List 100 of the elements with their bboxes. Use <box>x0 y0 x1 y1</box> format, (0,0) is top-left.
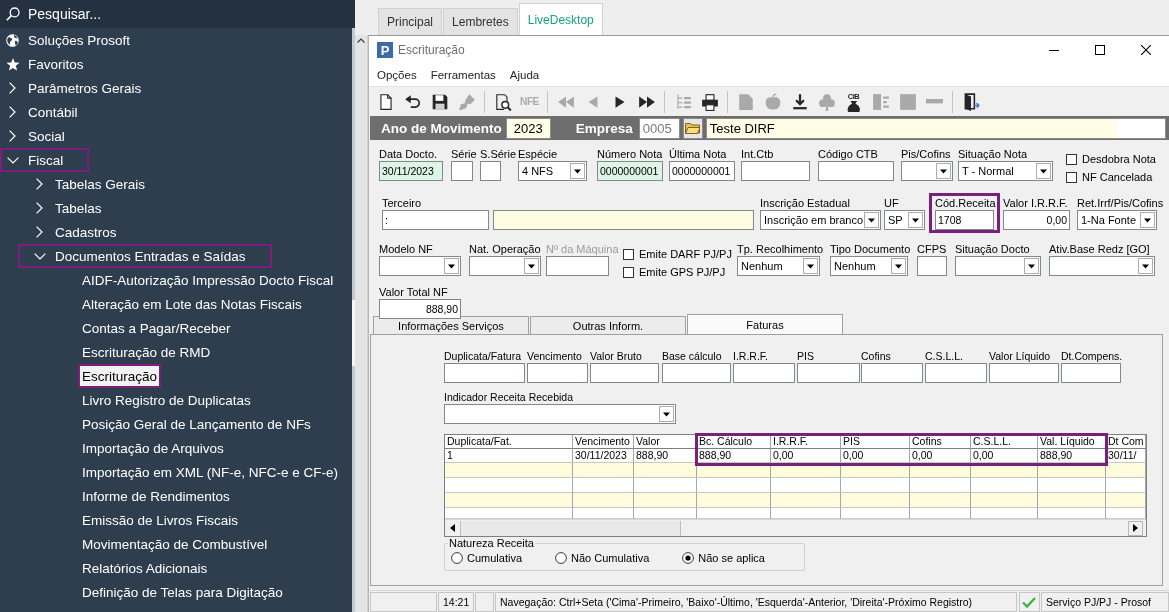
text-field[interactable]: 30/11/2023 <box>379 161 443 181</box>
tree-item[interactable]: Parâmetros Gerais <box>0 76 168 100</box>
field-label: Cód.Receita <box>935 196 997 210</box>
tree-item[interactable]: Cadastros <box>18 220 143 244</box>
dropdown[interactable] <box>379 256 461 276</box>
text-field[interactable]: : <box>382 210 489 230</box>
text-field[interactable] <box>925 363 987 383</box>
text-field[interactable] <box>818 161 894 181</box>
text-field[interactable]: 0000000001 <box>597 161 663 181</box>
field-label: CFPS <box>917 242 948 256</box>
menu-item[interactable]: Favoritos <box>0 52 110 76</box>
text-field[interactable] <box>444 363 525 383</box>
tree-item[interactable]: Escrituração <box>78 364 162 388</box>
checkbox[interactable] <box>1066 153 1077 165</box>
text-field[interactable] <box>527 363 588 383</box>
text-field[interactable] <box>1061 363 1121 383</box>
column-header: Valor <box>634 435 697 449</box>
tree-item[interactable]: Definição de Telas para Digitação <box>78 580 287 604</box>
column-header: Cofins <box>910 435 971 449</box>
text-field[interactable] <box>590 363 659 383</box>
text-field[interactable] <box>917 256 947 276</box>
menu-item[interactable]: Soluções Prosoft <box>0 28 157 52</box>
tree-item[interactable]: Livro Registro de Duplicatas <box>78 388 255 412</box>
tree-item[interactable]: Contas a Pagar/Receber <box>78 316 235 340</box>
tree-item[interactable]: Movimentação de Combustível <box>78 532 272 556</box>
text-field[interactable]: 888,90 <box>379 299 461 319</box>
caret-down-icon <box>908 212 923 228</box>
field-label: Número Nota <box>597 147 664 161</box>
tree-item[interactable]: Emissão de Livros Fiscais <box>78 508 243 532</box>
dropdown[interactable] <box>955 256 1041 276</box>
tree-item[interactable]: Tabelas Gerais <box>18 172 172 196</box>
checkbox[interactable] <box>623 266 634 278</box>
dropdown[interactable] <box>901 161 953 181</box>
tree-item[interactable]: Tabelas <box>18 196 128 220</box>
dropdown[interactable]: Inscrição em branco <box>760 210 881 230</box>
text-field[interactable]: 1708 <box>935 210 994 230</box>
dropdown[interactable]: T - Normal <box>958 161 1053 181</box>
tree-item[interactable]: AIDF-Autorização Impressão Docto Fiscal <box>78 268 338 292</box>
year-field[interactable]: 2023 <box>505 117 551 139</box>
table-cell: 0,00 <box>841 449 910 463</box>
tree-item[interactable]: Importação em XML (NF-e, NFC-e e CF-e) <box>78 460 343 484</box>
tree-item[interactable]: Relatórios Adicionais <box>78 556 212 580</box>
text-field[interactable] <box>662 363 731 383</box>
scrollbar-thumb[interactable] <box>460 520 681 536</box>
menu-item[interactable]: Opções <box>370 69 424 81</box>
menu-item[interactable]: Ferramentas <box>423 69 503 81</box>
field-label: Terceiro <box>382 196 423 210</box>
checkbox[interactable] <box>1066 171 1077 183</box>
text-field[interactable] <box>451 161 473 181</box>
caret-down-icon <box>1140 212 1155 228</box>
tree-item[interactable]: Contábil <box>0 100 104 124</box>
tree-item[interactable]: Informe de Rendimentos <box>78 484 234 508</box>
checkbox-label: NF Cancelada <box>1082 171 1153 183</box>
dropdown[interactable]: SP <box>884 210 925 230</box>
caret-down-icon <box>570 163 585 179</box>
search-field[interactable]: Pesquisar... <box>28 4 208 24</box>
search-box[interactable]: Pesquisar... <box>0 0 355 28</box>
tree-item[interactable]: Social <box>0 124 91 148</box>
field-label: Tipo Documento <box>830 242 912 256</box>
dropdown[interactable]: Nenhum <box>737 256 820 276</box>
text-field[interactable] <box>741 161 810 181</box>
right-triangle-icon <box>1133 524 1138 532</box>
text-field[interactable] <box>480 161 501 181</box>
dropdown[interactable] <box>469 256 541 276</box>
checkbox-label: Desdobra Nota <box>1082 153 1156 165</box>
text-field[interactable] <box>493 210 754 230</box>
tree-item[interactable]: Fiscal <box>0 148 90 172</box>
tree-item[interactable]: Posição Geral de Lançamento de NFs <box>78 412 315 436</box>
text-field[interactable]: 0000000001 <box>669 161 735 181</box>
table-cell: 888,90 <box>697 449 771 463</box>
tree-item[interactable]: Importação de Arquivos <box>78 436 228 460</box>
menu-item[interactable]: Ajuda <box>502 69 547 81</box>
tree-item[interactable]: Documentos Entradas e Saídas <box>18 244 272 268</box>
dropdown[interactable]: 1-Na Fonte <box>1077 210 1157 230</box>
radio-button[interactable] <box>555 552 568 564</box>
text-field[interactable] <box>797 363 860 383</box>
dropdown[interactable] <box>444 404 676 424</box>
radio-button[interactable] <box>682 552 695 564</box>
tab[interactable]: Outras Inform. <box>530 316 686 334</box>
caret-up-icon[interactable] <box>357 38 365 43</box>
tree-item[interactable]: Alteração em Lote das Notas Fiscais <box>78 292 306 316</box>
checkbox[interactable] <box>623 248 634 260</box>
dropdown[interactable]: 4 NFS <box>518 161 587 181</box>
field-label: Valor Total NF <box>379 285 449 299</box>
tree-item[interactable]: Escrituração de RMD <box>78 340 215 364</box>
text-field[interactable]: 0,00 <box>1003 210 1070 230</box>
tab[interactable]: Faturas <box>687 314 843 334</box>
tab[interactable]: Lembretes <box>443 8 518 35</box>
text-field[interactable] <box>733 363 795 383</box>
text-field[interactable] <box>861 363 923 383</box>
maximize-icon <box>1095 45 1105 55</box>
text-field[interactable] <box>989 363 1059 383</box>
dropdown[interactable]: Nenhum <box>830 256 908 276</box>
scroll-right-button[interactable] <box>1128 520 1143 536</box>
folder-button[interactable] <box>682 117 703 139</box>
company-name-field[interactable]: Teste DIRF <box>705 117 1166 139</box>
radio-button[interactable] <box>451 552 463 564</box>
tab[interactable]: Principal <box>378 8 443 35</box>
dropdown[interactable] <box>1049 256 1155 276</box>
square-icon <box>898 92 917 111</box>
